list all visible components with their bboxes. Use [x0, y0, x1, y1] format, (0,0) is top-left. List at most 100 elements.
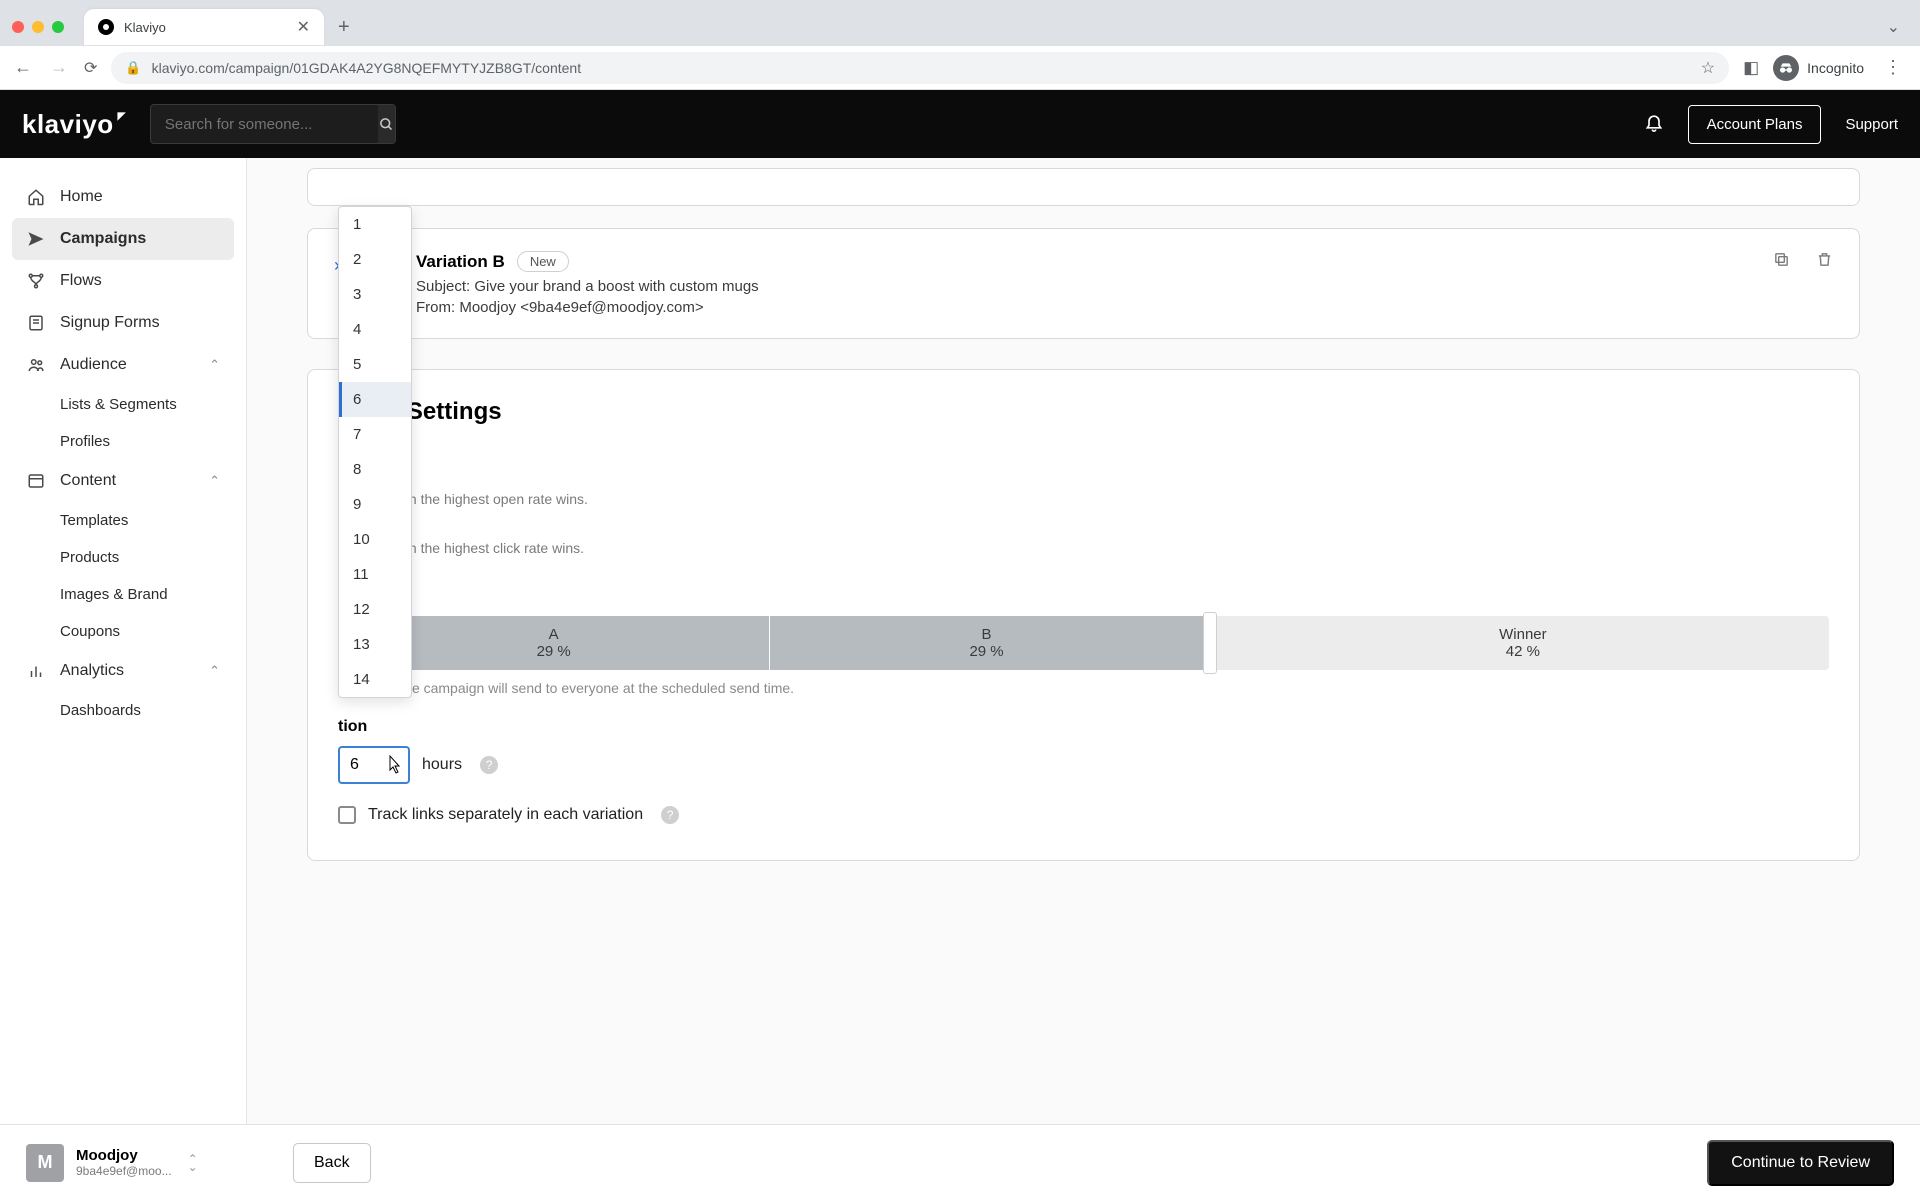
favicon-icon: [98, 19, 114, 35]
dropdown-option[interactable]: 8: [339, 452, 411, 487]
flows-icon: [26, 272, 46, 290]
back-icon[interactable]: ←: [12, 57, 34, 78]
variation-card-collapsed[interactable]: [307, 168, 1860, 206]
dropdown-option[interactable]: 3: [339, 277, 411, 312]
dropdown-option[interactable]: 2: [339, 242, 411, 277]
sidebar-sub-lists-segments[interactable]: Lists & Segments: [12, 386, 234, 423]
dropdown-option[interactable]: 4: [339, 312, 411, 347]
send-icon: [26, 230, 46, 248]
bookmark-icon[interactable]: ☆: [1701, 58, 1715, 78]
tabs-menu-icon[interactable]: ⌄: [1887, 17, 1908, 37]
dropdown-option[interactable]: 13: [339, 627, 411, 662]
track-links-label: Track links separately in each variation: [368, 806, 643, 824]
dropdown-option[interactable]: 11: [339, 557, 411, 592]
sidebar-sub-dashboards[interactable]: Dashboards: [12, 692, 234, 729]
dropdown-option[interactable]: 5: [339, 347, 411, 382]
hours-label: hours: [422, 756, 462, 774]
search-input[interactable]: [151, 116, 378, 133]
maximize-window-icon[interactable]: [52, 21, 64, 33]
copy-icon[interactable]: [1773, 251, 1790, 273]
account-plans-button[interactable]: Account Plans: [1688, 105, 1822, 144]
chevron-down-icon: ▾: [392, 759, 398, 772]
sidebar-item-flows[interactable]: Flows: [12, 260, 234, 302]
chevron-up-icon: ⌃: [209, 663, 220, 679]
duration-value: 6: [350, 756, 359, 774]
dropdown-option[interactable]: 10: [339, 522, 411, 557]
track-links-row[interactable]: Track links separately in each variation…: [338, 806, 1829, 824]
sidebar: Home Campaigns Flows Signup Forms Audien…: [0, 158, 247, 1124]
new-tab-button[interactable]: +: [332, 16, 356, 39]
sidebar-item-label: Signup Forms: [60, 314, 160, 332]
dropdown-option[interactable]: 9: [339, 487, 411, 522]
minimize-window-icon[interactable]: [32, 21, 44, 33]
sidebar-sub-images-brand[interactable]: Images & Brand: [12, 576, 234, 613]
checkbox[interactable]: [338, 806, 356, 824]
footer-bar: M Moodjoy 9ba4e9ef@moo... ⌃⌄ Back Contin…: [0, 1124, 1920, 1200]
sidebar-sub-profiles[interactable]: Profiles: [12, 423, 234, 460]
updown-icon: ⌃⌄: [188, 1155, 198, 1171]
metric-option-click-rate[interactable]: Rate ariation with the highest click rat…: [342, 521, 1829, 556]
content-icon: [26, 472, 46, 490]
logo-mark-icon: ◤: [118, 111, 126, 122]
continue-button[interactable]: Continue to Review: [1707, 1140, 1894, 1186]
sidebar-item-audience[interactable]: Audience ⌃: [12, 344, 234, 386]
incognito-label: Incognito: [1807, 60, 1864, 76]
sidebar-item-analytics[interactable]: Analytics ⌃: [12, 650, 234, 692]
window-controls[interactable]: [12, 21, 64, 33]
close-tab-icon[interactable]: ✕: [297, 17, 310, 37]
url-field[interactable]: 🔒 klaviyo.com/campaign/01GDAK4A2YG8NQEFM…: [111, 52, 1729, 84]
chevron-up-icon: ⌃: [209, 357, 220, 373]
segment-b: B 29 %: [770, 616, 1202, 670]
new-badge: New: [517, 251, 569, 272]
back-button[interactable]: Back: [293, 1143, 371, 1183]
chevron-up-icon: ⌃: [209, 473, 220, 489]
sidebar-item-content[interactable]: Content ⌃: [12, 460, 234, 502]
account-switcher[interactable]: M Moodjoy 9ba4e9ef@moo... ⌃⌄: [26, 1144, 273, 1182]
sidebar-sub-products[interactable]: Products: [12, 539, 234, 576]
notifications-icon[interactable]: [1644, 112, 1664, 137]
address-bar: ← → ⟳ 🔒 klaviyo.com/campaign/01GDAK4A2YG…: [0, 46, 1920, 90]
test-size-note: se 100%, the campaign will send to every…: [338, 680, 1829, 696]
sidebar-sub-templates[interactable]: Templates: [12, 502, 234, 539]
tab-bar: Klaviyo ✕ + ⌄: [0, 0, 1920, 46]
duration-dropdown[interactable]: 1234567891011121314: [338, 206, 412, 698]
sidebar-sub-coupons[interactable]: Coupons: [12, 613, 234, 650]
duration-select[interactable]: 6 ▾: [338, 746, 410, 784]
browser-menu-icon[interactable]: ⋮: [1878, 57, 1908, 78]
sidebar-item-signup-forms[interactable]: Signup Forms: [12, 302, 234, 344]
dropdown-option[interactable]: 7: [339, 417, 411, 452]
search-button[interactable]: [378, 105, 395, 143]
account-email: 9ba4e9ef@moo...: [76, 1164, 172, 1178]
sidebar-item-label: Content: [60, 472, 116, 490]
metric-option-open-rate[interactable]: n Rate ariation with the highest open ra…: [342, 472, 1829, 507]
ab-test-settings-card: t Test Settings Metric n Rate ariation w…: [307, 369, 1860, 861]
sidebar-item-home[interactable]: Home: [12, 176, 234, 218]
dropdown-option[interactable]: 6: [339, 382, 411, 417]
search-field[interactable]: [150, 104, 396, 144]
help-icon[interactable]: ?: [661, 806, 679, 824]
test-size-bar[interactable]: A 29 % B 29 % Winner 42 %: [338, 616, 1829, 670]
incognito-badge[interactable]: Incognito: [1773, 55, 1864, 81]
reload-icon[interactable]: ⟳: [84, 58, 97, 78]
logo[interactable]: klaviyo◤: [22, 109, 126, 140]
dropdown-option[interactable]: 12: [339, 592, 411, 627]
browser-tab[interactable]: Klaviyo ✕: [84, 9, 324, 45]
resize-handle[interactable]: [1203, 612, 1217, 674]
browser-chrome: Klaviyo ✕ + ⌄ ← → ⟳ 🔒 klaviyo.com/campai…: [0, 0, 1920, 90]
home-icon: [26, 188, 46, 206]
account-avatar: M: [26, 1144, 64, 1182]
account-name: Moodjoy: [76, 1147, 172, 1164]
close-window-icon[interactable]: [12, 21, 24, 33]
sidebar-item-label: Audience: [60, 356, 127, 374]
sidebar-item-campaigns[interactable]: Campaigns: [12, 218, 234, 260]
dropdown-option[interactable]: 14: [339, 662, 411, 697]
support-link[interactable]: Support: [1845, 116, 1898, 133]
help-icon[interactable]: ?: [480, 756, 498, 774]
sidebar-item-label: Analytics: [60, 662, 124, 680]
variation-title: Variation B: [416, 252, 505, 272]
dropdown-option[interactable]: 1: [339, 207, 411, 242]
variation-from: From: Moodjoy <9ba4e9ef@moodjoy.com>: [416, 299, 759, 316]
delete-icon[interactable]: [1816, 251, 1833, 273]
extensions-icon[interactable]: ◧: [1743, 58, 1759, 78]
settings-title: t Test Settings: [338, 398, 1829, 426]
